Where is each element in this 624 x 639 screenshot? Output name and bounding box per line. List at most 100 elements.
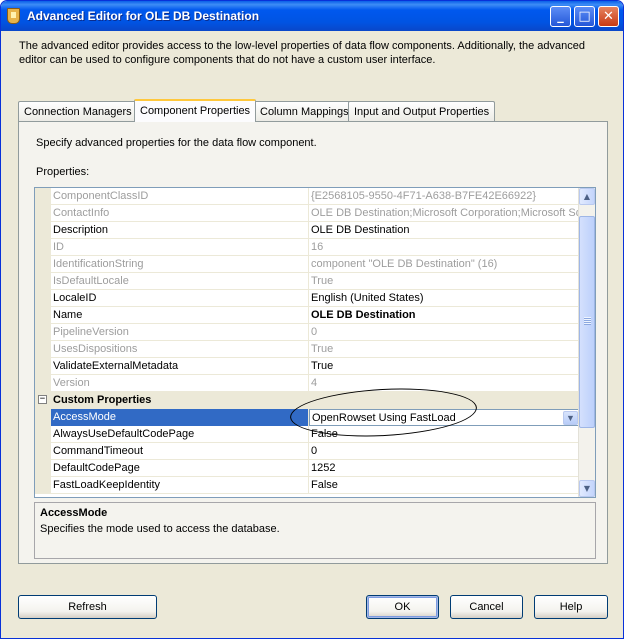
description-title: AccessMode	[40, 507, 108, 519]
property-value[interactable]: True	[309, 341, 580, 358]
minimize-button[interactable]: _	[550, 6, 571, 27]
row-gutter	[35, 443, 51, 460]
property-name[interactable]: ComponentClassID	[51, 188, 309, 205]
property-value[interactable]: OpenRowset Using FastLoad ▼	[309, 409, 580, 426]
row-gutter	[35, 477, 51, 494]
tab-column-mappings[interactable]: Column Mappings	[254, 101, 355, 121]
property-row[interactable]: CommandTimeout 0	[35, 443, 580, 460]
scroll-thumb[interactable]	[579, 216, 595, 428]
property-row[interactable]: ContactInfo OLE DB Destination;Microsoft …	[35, 205, 580, 222]
property-name[interactable]: CommandTimeout	[51, 443, 309, 460]
collapse-icon[interactable]: −	[38, 395, 47, 404]
property-name[interactable]: DefaultCodePage	[51, 460, 309, 477]
row-gutter	[35, 307, 51, 324]
property-row[interactable]: AlwaysUseDefaultCodePage False	[35, 426, 580, 443]
property-row[interactable]: Version 4	[35, 375, 580, 392]
property-grid[interactable]: ComponentClassID {E2568105-9550-4F71-A638…	[34, 187, 596, 498]
property-row[interactable]: LocaleID English (United States)	[35, 290, 580, 307]
property-value[interactable]: 1252	[309, 460, 580, 477]
ok-button[interactable]: OK	[366, 595, 439, 619]
property-value[interactable]: component "OLE DB Destination" (16)	[309, 256, 580, 273]
property-name[interactable]: UsesDispositions	[51, 341, 309, 358]
property-name[interactable]: ID	[51, 239, 309, 256]
property-row[interactable]: ValidateExternalMetadata True	[35, 358, 580, 375]
property-value[interactable]: 0	[309, 324, 580, 341]
row-gutter	[35, 375, 51, 392]
properties-label: Properties:	[36, 166, 90, 178]
row-gutter	[35, 290, 51, 307]
property-value-text[interactable]: False	[311, 479, 338, 491]
category-label: Custom Properties	[53, 394, 152, 406]
row-gutter	[35, 460, 51, 477]
property-name[interactable]: AccessMode	[51, 409, 309, 426]
intro-text: The advanced editor provides access to t…	[19, 40, 586, 66]
property-value[interactable]: False	[309, 477, 580, 494]
tab-input-output-properties[interactable]: Input and Output Properties	[348, 101, 496, 121]
property-row[interactable]: AccessMode OpenRowset Using FastLoad ▼	[35, 409, 580, 426]
property-row[interactable]: ID 16	[35, 239, 580, 256]
property-value[interactable]: OLE DB Destination	[309, 222, 580, 239]
category-custom-properties[interactable]: − Custom Properties	[35, 392, 580, 409]
property-name[interactable]: LocaleID	[51, 290, 309, 307]
panel-description: Specify advanced properties for the data…	[36, 137, 317, 149]
row-gutter	[35, 188, 51, 205]
row-gutter	[35, 358, 51, 375]
property-row[interactable]: ComponentClassID {E2568105-9550-4F71-A638…	[35, 188, 580, 205]
property-value[interactable]: OLE DB Destination	[309, 307, 580, 324]
property-name[interactable]: PipelineVersion	[51, 324, 309, 341]
row-gutter	[35, 341, 51, 358]
property-row[interactable]: IsDefaultLocale True	[35, 273, 580, 290]
property-name[interactable]: ContactInfo	[51, 205, 309, 222]
property-value[interactable]: 16	[309, 239, 580, 256]
row-gutter	[35, 256, 51, 273]
property-name[interactable]: Name	[51, 307, 309, 324]
ssis-component-icon	[7, 8, 20, 24]
row-gutter	[35, 426, 51, 443]
property-description-pane: AccessMode Specifies the mode used to ac…	[34, 502, 596, 559]
property-value-text[interactable]: OpenRowset Using FastLoad	[312, 412, 456, 424]
refresh-button[interactable]: Refresh	[18, 595, 157, 619]
row-gutter	[35, 409, 51, 426]
grip-icon	[584, 317, 591, 325]
advanced-editor-window: Advanced Editor for OLE DB Destination _…	[0, 0, 624, 639]
property-name[interactable]: AlwaysUseDefaultCodePage	[51, 426, 309, 443]
property-name[interactable]: FastLoadKeepIdentity	[51, 477, 309, 494]
property-row[interactable]: PipelineVersion 0	[35, 324, 580, 341]
property-row[interactable]: FastLoadKeepIdentity False	[35, 477, 580, 494]
property-value-text[interactable]: 1252	[311, 462, 335, 474]
property-row[interactable]: IdentificationString component "OLE DB De…	[35, 256, 580, 273]
property-value[interactable]: True	[309, 273, 580, 290]
property-value[interactable]: OLE DB Destination;Microsoft Corporation…	[309, 205, 580, 222]
tab-connection-managers[interactable]: Connection Managers	[18, 101, 138, 121]
property-name[interactable]: Version	[51, 375, 309, 392]
property-row[interactable]: Description OLE DB Destination	[35, 222, 580, 239]
property-value[interactable]: 0	[309, 443, 580, 460]
vertical-scrollbar[interactable]: ▲ ▼	[578, 188, 595, 497]
property-value[interactable]: True	[309, 358, 580, 375]
property-name[interactable]: IdentificationString	[51, 256, 309, 273]
component-properties-panel: Specify advanced properties for the data…	[18, 121, 608, 564]
property-name[interactable]: ValidateExternalMetadata	[51, 358, 309, 375]
help-button[interactable]: Help	[534, 595, 608, 619]
property-value-text[interactable]: False	[311, 428, 338, 440]
property-value[interactable]: 4	[309, 375, 580, 392]
close-button[interactable]: ✕	[598, 6, 619, 27]
title-bar[interactable]: Advanced Editor for OLE DB Destination _…	[1, 1, 623, 31]
property-name[interactable]: IsDefaultLocale	[51, 273, 309, 290]
property-row[interactable]: UsesDispositions True	[35, 341, 580, 358]
cancel-button[interactable]: Cancel	[450, 595, 523, 619]
property-row[interactable]: Name OLE DB Destination	[35, 307, 580, 324]
scroll-down-icon[interactable]: ▼	[579, 480, 595, 497]
row-gutter	[35, 273, 51, 290]
property-value[interactable]: English (United States)	[309, 290, 580, 307]
property-value[interactable]: False	[309, 426, 580, 443]
property-value-text[interactable]: 0	[311, 445, 317, 457]
property-name[interactable]: Description	[51, 222, 309, 239]
window-title: Advanced Editor for OLE DB Destination	[27, 9, 260, 23]
tab-component-properties[interactable]: Component Properties	[134, 99, 257, 122]
maximize-button[interactable]: □	[574, 6, 595, 27]
chevron-down-icon[interactable]: ▼	[563, 411, 578, 425]
property-row[interactable]: DefaultCodePage 1252	[35, 460, 580, 477]
property-value[interactable]: {E2568105-9550-4F71-A638-B7FE42E66922}	[309, 188, 580, 205]
scroll-up-icon[interactable]: ▲	[579, 188, 595, 205]
